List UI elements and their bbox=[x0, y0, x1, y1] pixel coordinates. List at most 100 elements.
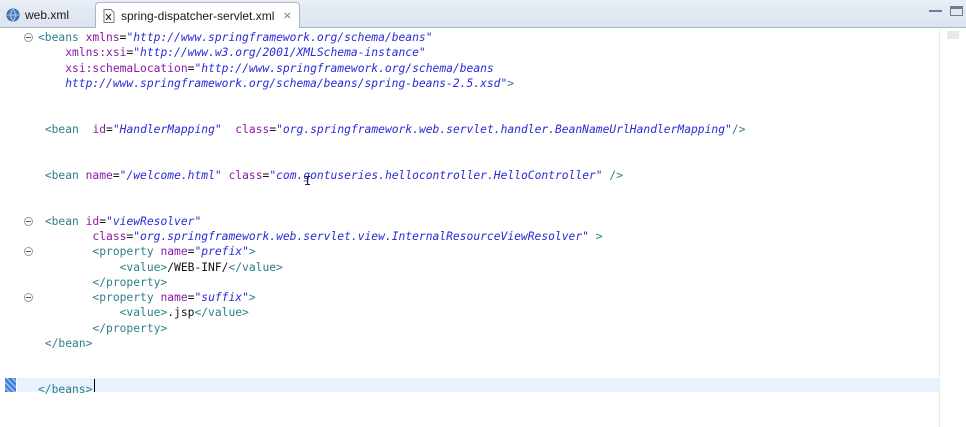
xml-attribute: class bbox=[235, 122, 270, 136]
xml-text bbox=[38, 123, 45, 136]
code-line[interactable]: <property name="suffix"> bbox=[38, 291, 256, 305]
code-line[interactable]: http://www.springframework.org/schema/be… bbox=[38, 77, 514, 91]
xml-tag: <bean bbox=[44, 122, 79, 136]
xml-text bbox=[38, 261, 120, 274]
close-icon[interactable]: ⨯ bbox=[281, 9, 293, 22]
xml-attribute: id bbox=[92, 122, 107, 136]
code-line[interactable]: </property> bbox=[38, 322, 167, 336]
xml-tag: </bean> bbox=[44, 337, 93, 350]
xml-file-icon bbox=[102, 8, 116, 23]
tab-spring-dispatcher-servlet-xml[interactable]: spring-dispatcher-servlet.xml ⨯ bbox=[95, 2, 300, 28]
xml-text bbox=[38, 291, 92, 304]
xml-tag: > bbox=[248, 245, 256, 259]
xml-tag: <value> bbox=[119, 306, 168, 320]
code-line[interactable]: </property> bbox=[38, 276, 167, 290]
code-line[interactable]: <beans xmlns="http://www.springframework… bbox=[38, 31, 433, 45]
xml-attribute-value: "org.springframework.web.servlet.handler… bbox=[276, 122, 732, 136]
xml-tag: /> bbox=[609, 168, 624, 182]
xml-attribute-value: "viewResolver" bbox=[106, 214, 202, 228]
xml-text bbox=[38, 62, 65, 75]
xml-attribute-value: "http://www.springframework.org/schema/b… bbox=[126, 31, 433, 44]
xml-text bbox=[38, 169, 45, 182]
xml-attribute: name bbox=[160, 245, 188, 259]
maximize-icon[interactable] bbox=[950, 6, 963, 16]
xml-tag: </property> bbox=[92, 275, 168, 289]
xml-attribute: name bbox=[160, 291, 188, 305]
code-line[interactable]: <bean id="viewResolver" bbox=[38, 215, 201, 229]
fold-collapse-icon[interactable] bbox=[24, 293, 33, 303]
xml-text bbox=[38, 46, 65, 59]
code-line[interactable]: <value>/WEB-INF/</value> bbox=[38, 261, 283, 275]
xml-text bbox=[38, 337, 45, 350]
xml-text: = bbox=[106, 122, 113, 136]
xml-tag: <value> bbox=[119, 260, 168, 274]
xml-attribute-value: "org.springframework.web.servlet.view.In… bbox=[133, 229, 589, 243]
tab-label: spring-dispatcher-servlet.xml bbox=[121, 8, 275, 23]
code-line[interactable]: </beans> bbox=[38, 383, 92, 397]
xml-text: = bbox=[112, 168, 120, 182]
editor-tab-bar: web.xml spring-dispatcher-servlet.xml ⨯ bbox=[0, 0, 966, 28]
overview-ruler-marker bbox=[947, 31, 959, 39]
text-caret bbox=[94, 379, 95, 392]
code-line[interactable]: <property name="prefix"> bbox=[38, 245, 256, 259]
xml-attribute: class bbox=[228, 168, 263, 182]
xml-text bbox=[222, 123, 236, 136]
xml-text bbox=[38, 322, 92, 335]
xml-attribute-value: "http://www.w3.org/2001/XMLSchema-instan… bbox=[133, 46, 426, 60]
xml-attribute-value: "HandlerMapping" bbox=[112, 122, 222, 136]
overview-ruler bbox=[939, 28, 966, 427]
xml-tag: > bbox=[507, 76, 515, 90]
xml-tag: </value> bbox=[228, 260, 283, 274]
tab-web-xml[interactable]: web.xml bbox=[0, 2, 93, 27]
code-line[interactable]: class="org.springframework.web.servlet.v… bbox=[38, 229, 603, 244]
xml-attribute: xmlns:xsi bbox=[65, 46, 127, 60]
tab-label: web.xml bbox=[25, 7, 70, 22]
current-line-marker-icon bbox=[5, 378, 16, 392]
ibeam-cursor-icon: I bbox=[304, 174, 312, 188]
xml-tag: </beans> bbox=[38, 382, 93, 396]
xml-attribute-value: "http://www.springframework.org/schema/b… bbox=[194, 61, 494, 75]
code-line[interactable]: <bean name="/welcome.html" class="com.go… bbox=[38, 169, 623, 183]
xml-text bbox=[38, 215, 45, 228]
xml-attribute-value: "prefix" bbox=[194, 245, 249, 259]
xml-attribute: xmlns bbox=[85, 31, 120, 44]
xml-tag: > bbox=[595, 229, 603, 243]
xml-tag: <beans bbox=[38, 31, 86, 44]
code-line[interactable]: xmlns:xsi="http://www.w3.org/2001/XMLSch… bbox=[38, 46, 426, 60]
code-line[interactable]: </bean> bbox=[38, 337, 93, 351]
xml-tag: /> bbox=[731, 122, 746, 136]
xml-text: /WEB-INF/ bbox=[167, 260, 229, 274]
xml-text: .jsp bbox=[167, 306, 195, 320]
code-line[interactable]: <bean id="HandlerMapping" class="org.spr… bbox=[38, 122, 746, 137]
xml-attribute: xsi:schemaLocation bbox=[65, 61, 188, 75]
fold-collapse-icon[interactable] bbox=[24, 247, 33, 257]
code-line[interactable]: xsi:schemaLocation="http://www.springfra… bbox=[38, 62, 494, 76]
xml-tag: <bean bbox=[44, 214, 86, 228]
xml-tag: > bbox=[248, 291, 256, 305]
xml-attribute-value: "/welcome.html" bbox=[119, 168, 222, 182]
xml-attribute-value: "suffix" bbox=[194, 291, 249, 305]
xml-text bbox=[589, 230, 596, 243]
xml-text bbox=[38, 245, 92, 258]
xml-tag: </value> bbox=[194, 306, 249, 320]
xml-text bbox=[38, 230, 92, 243]
xml-text bbox=[38, 306, 120, 319]
globe-xml-icon bbox=[6, 8, 20, 22]
minimize-icon[interactable] bbox=[929, 6, 942, 12]
xml-tag: <property bbox=[92, 245, 161, 259]
xml-text bbox=[222, 169, 229, 182]
xml-attribute-value: "com.gontuseries.hellocontroller.HelloCo… bbox=[269, 168, 603, 182]
fold-collapse-icon[interactable] bbox=[24, 216, 33, 226]
code-line[interactable]: <value>.jsp</value> bbox=[38, 306, 249, 320]
xml-text bbox=[79, 123, 93, 136]
xml-tag: </property> bbox=[92, 321, 168, 335]
xml-tag: <bean bbox=[44, 168, 86, 182]
xml-attribute: id bbox=[85, 214, 100, 228]
xml-attribute-value: http://www.springframework.org/schema/be… bbox=[38, 76, 508, 90]
fold-collapse-icon[interactable] bbox=[24, 33, 33, 42]
current-line-highlight bbox=[17, 378, 940, 392]
xml-tag: <property bbox=[92, 291, 161, 305]
xml-source-editor[interactable]: <beans xmlns = "http://www.springframework… bbox=[0, 28, 966, 427]
xml-attribute: name bbox=[85, 168, 113, 182]
xml-attribute: class bbox=[92, 229, 127, 243]
